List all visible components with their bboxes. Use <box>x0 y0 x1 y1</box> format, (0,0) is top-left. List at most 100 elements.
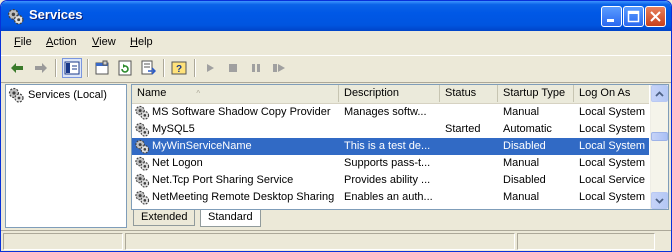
forward-button[interactable] <box>32 59 50 77</box>
close-icon <box>650 11 661 22</box>
cell-description: Manages softw... <box>344 106 427 118</box>
menu-action[interactable]: Action <box>46 36 77 48</box>
restart-service-icon <box>273 64 285 72</box>
properties-icon <box>95 60 109 75</box>
services-list: Name ^ Description Status Startup Type Lo… <box>131 84 669 210</box>
table-row[interactable]: MyWinServiceName This is a test de... Disa… <box>132 138 649 155</box>
cell-startup-type: Manual <box>503 157 540 169</box>
sort-indicator: ^ <box>196 89 201 98</box>
service-gears-icon <box>135 190 150 205</box>
service-gears-icon <box>135 173 150 188</box>
minimize-button[interactable] <box>601 6 622 27</box>
cell-log-on-as: Local System <box>579 140 646 152</box>
menu-view[interactable]: View <box>92 36 116 48</box>
status-bar <box>1 230 671 251</box>
status-panel-2 <box>125 233 515 250</box>
status-panel-3 <box>517 233 655 250</box>
status-panel-1 <box>3 233 123 250</box>
show-hide-tree-icon <box>64 61 80 75</box>
gears-icon <box>7 8 24 25</box>
scroll-up-button[interactable] <box>651 85 668 102</box>
minimize-icon <box>607 19 614 22</box>
export-list-button[interactable] <box>139 59 157 77</box>
column-header-status[interactable]: Status <box>440 85 498 102</box>
cell-description: Provides ability ... <box>344 174 431 186</box>
cell-name: MySQL5 <box>152 123 195 135</box>
show-hide-tree-button[interactable] <box>62 58 82 78</box>
cell-startup-type: Automatic <box>503 123 552 135</box>
cell-name: MyWinServiceName <box>152 140 252 152</box>
services-window: Services File Action View Help ? Service… <box>0 0 672 252</box>
chevron-down-icon <box>655 197 664 204</box>
service-gears-icon <box>135 156 150 171</box>
back-button[interactable] <box>8 59 26 77</box>
refresh-button[interactable] <box>116 59 134 77</box>
forward-arrow-icon <box>35 63 47 73</box>
cell-log-on-as: Local System <box>579 191 646 203</box>
tab-extended[interactable]: Extended <box>133 210 196 226</box>
cell-description <box>339 121 442 138</box>
cell-startup-type: Manual <box>503 106 540 118</box>
gears-icon <box>8 87 24 103</box>
properties-button[interactable] <box>93 59 111 77</box>
help-icon: ? <box>171 61 187 75</box>
cell-status <box>440 155 503 172</box>
window-title: Services <box>29 7 83 22</box>
table-row[interactable]: NetMeeting Remote Desktop Sharing Enables… <box>132 189 649 206</box>
maximize-button[interactable] <box>623 6 644 27</box>
cell-name: Net.Tcp Port Sharing Service <box>152 174 294 186</box>
menu-bar: File Action View Help <box>1 32 671 54</box>
cell-log-on-as: Local System <box>579 123 646 135</box>
help-button[interactable]: ? <box>170 59 188 77</box>
tab-standard[interactable]: Standard <box>200 210 261 227</box>
cell-status <box>440 172 503 189</box>
cell-log-on-as: Local System <box>579 157 646 169</box>
scroll-down-button[interactable] <box>651 192 668 209</box>
cell-name: Net Logon <box>152 157 203 169</box>
restart-service-button[interactable] <box>270 59 288 77</box>
view-tabs: Extended Standard <box>131 210 669 227</box>
stop-service-icon <box>229 64 237 72</box>
cell-status: Started <box>445 123 481 135</box>
cell-log-on-as: Local System <box>579 106 646 118</box>
pause-service-icon <box>252 64 260 72</box>
cell-description: This is a test de... <box>344 140 431 152</box>
cell-status <box>440 104 503 121</box>
title-bar[interactable]: Services <box>1 1 671 31</box>
cell-log-on-as: Local Service <box>579 174 646 186</box>
column-header-name[interactable]: Name ^ <box>132 85 339 102</box>
table-row[interactable]: Net Logon Supports pass-t... Manual Local S… <box>132 155 649 172</box>
start-service-button[interactable] <box>201 59 219 77</box>
menu-help[interactable]: Help <box>130 36 153 48</box>
table-row[interactable]: MySQL5 Started Automatic Local System <box>132 121 649 138</box>
cell-startup-type: Disabled <box>503 140 546 152</box>
stop-service-button[interactable] <box>224 59 242 77</box>
tree-item-services-local[interactable]: Services (Local) <box>8 87 107 103</box>
tree-item-label: Services (Local) <box>28 89 107 101</box>
svg-text:?: ? <box>176 64 182 75</box>
close-button[interactable] <box>645 6 666 27</box>
vertical-scrollbar[interactable] <box>650 85 668 209</box>
column-header-log-on-as[interactable]: Log On As <box>574 85 649 102</box>
cell-description: Supports pass-t... <box>344 157 431 169</box>
cell-status <box>440 189 503 206</box>
chevron-up-icon <box>655 90 664 97</box>
refresh-icon <box>118 60 132 76</box>
cell-description: Enables an auth... <box>344 191 433 203</box>
service-gears-icon <box>135 139 150 154</box>
list-header: Name ^ Description Status Startup Type Lo… <box>132 85 649 104</box>
start-service-icon <box>207 64 214 72</box>
column-header-description[interactable]: Description <box>339 85 440 102</box>
table-row[interactable]: MS Software Shadow Copy Provider Manages … <box>132 104 649 121</box>
table-row[interactable]: Net.Tcp Port Sharing Service Provides abi… <box>132 172 649 189</box>
cell-name: MS Software Shadow Copy Provider <box>152 106 331 118</box>
cell-startup-type: Disabled <box>503 174 546 186</box>
menu-file[interactable]: File <box>14 36 32 48</box>
service-gears-icon <box>135 122 150 137</box>
pause-service-button[interactable] <box>247 59 265 77</box>
column-header-startup-type[interactable]: Startup Type <box>498 85 574 102</box>
scroll-thumb[interactable] <box>651 132 668 141</box>
export-list-icon <box>141 60 156 75</box>
back-arrow-icon <box>11 63 23 73</box>
maximize-icon <box>627 10 640 23</box>
